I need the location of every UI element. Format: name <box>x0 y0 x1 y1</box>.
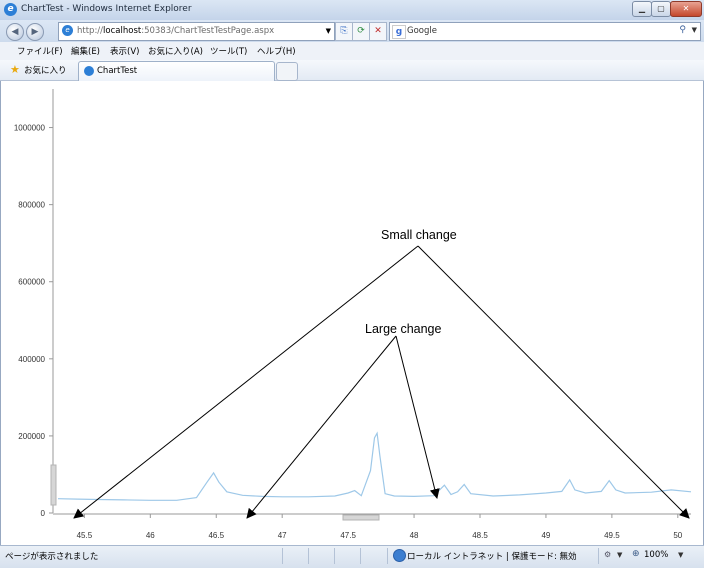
close-button[interactable]: ✕ <box>670 1 702 17</box>
y-tick-label: 1000000 <box>14 124 46 133</box>
menu-bar: ファイル(F) 編集(E) 表示(V) お気に入り(A) ツール(T) ヘルプ(… <box>0 42 704 61</box>
x-tick-label: 49.5 <box>604 531 620 540</box>
menu-tools[interactable]: ツール(T) <box>210 45 247 57</box>
address-dropdown-icon[interactable]: ▼ <box>326 27 331 35</box>
status-bar: ページが表示されました ローカル イントラネット | 保護モード: 無効 ⚙ ▼… <box>0 545 704 568</box>
maximize-button[interactable]: ▢ <box>651 1 671 17</box>
x-tick-label: 46 <box>146 531 155 540</box>
y-tick-label: 200000 <box>18 432 45 441</box>
search-dropdown-icon[interactable]: ▼ <box>692 26 697 34</box>
menu-help[interactable]: ヘルプ(H) <box>257 45 296 57</box>
favorites-bar: ★ お気に入り ChartTest <box>0 60 704 81</box>
favorites-button[interactable]: お気に入り <box>24 64 67 76</box>
stop-button[interactable]: ✕ <box>369 22 387 41</box>
vertical-zoom-scrollbar[interactable] <box>50 464 57 506</box>
title-bar: e ChartTest - Windows Internet Explorer … <box>0 0 704 21</box>
large-change-arrow-right <box>395 335 440 499</box>
compatibility-view-button[interactable]: ⎘ <box>335 22 353 41</box>
x-tick-label: 49 <box>541 531 550 540</box>
annotation-arrows <box>73 245 690 519</box>
x-tick-label: 50 <box>673 531 682 540</box>
address-toolbar: ◀ ▶ e http://localhost:50383/ChartTestTe… <box>0 20 704 42</box>
menu-edit[interactable]: 編集(E) <box>71 45 100 57</box>
menu-file[interactable]: ファイル(F) <box>17 45 63 57</box>
small-change-arrow-right <box>417 245 690 519</box>
status-divider <box>387 548 388 564</box>
back-button[interactable]: ◀ <box>6 23 24 41</box>
y-tick-label: 400000 <box>18 355 45 364</box>
search-provider: Google <box>407 26 437 36</box>
window-title: ChartTest - Windows Internet Explorer <box>21 4 192 14</box>
zoom-icon[interactable]: ⊕ <box>632 549 640 559</box>
zoom-dropdown-icon[interactable]: ▼ <box>678 551 683 559</box>
status-divider <box>334 548 335 564</box>
address-field[interactable]: e http://localhost:50383/ChartTestTestPa… <box>58 22 335 41</box>
new-tab-button[interactable] <box>276 62 298 81</box>
annotation-large-change: Large change <box>365 322 442 336</box>
address-text: http://localhost:50383/ChartTestTestPage… <box>77 26 275 36</box>
security-zone[interactable]: ローカル イントラネット | 保護モード: 無効 <box>407 550 577 562</box>
protected-mode-icon[interactable]: ⚙ <box>604 550 611 559</box>
page-icon: e <box>62 25 73 36</box>
refresh-button[interactable]: ⟳ <box>352 22 370 41</box>
x-tick-label: 48 <box>410 531 419 540</box>
status-text: ページが表示されました <box>5 552 99 562</box>
globe-icon <box>393 549 406 562</box>
small-change-arrow-left <box>73 245 419 519</box>
tab-page-icon <box>84 66 94 76</box>
status-divider <box>360 548 361 564</box>
zoom-level[interactable]: 100% <box>644 550 668 560</box>
protected-mode-dropdown-icon[interactable]: ▼ <box>617 551 622 559</box>
x-tick-label: 46.5 <box>208 531 224 540</box>
y-tick-label: 800000 <box>18 201 45 210</box>
status-divider <box>308 548 309 564</box>
search-box[interactable]: g Google ⚲ ▼ <box>389 22 701 41</box>
minimize-button[interactable]: ▁ <box>632 1 652 17</box>
y-tick-label: 0 <box>41 509 46 518</box>
status-divider <box>282 548 283 564</box>
status-divider <box>598 548 599 564</box>
x-tick-label: 48.5 <box>472 531 488 540</box>
tab-label: ChartTest <box>97 66 138 76</box>
ie-logo-icon: e <box>4 3 17 16</box>
menu-favorites[interactable]: お気に入り(A) <box>148 45 203 57</box>
search-icon[interactable]: ⚲ <box>679 25 686 35</box>
x-tick-label: 47 <box>278 531 287 540</box>
tab-charttest[interactable]: ChartTest <box>78 61 275 81</box>
annotation-small-change: Small change <box>381 228 457 242</box>
x-tick-label: 45.5 <box>77 531 93 540</box>
y-tick-label: 600000 <box>18 278 45 287</box>
forward-button[interactable]: ▶ <box>26 23 44 41</box>
horizontal-zoom-scrollbar[interactable] <box>342 514 380 521</box>
chart: 0 200000 400000 600000 800000 1000000 45.5 46 46… <box>14 89 692 540</box>
series-line <box>57 431 692 501</box>
x-tick-label: 47.5 <box>340 531 356 540</box>
menu-view[interactable]: 表示(V) <box>110 45 139 57</box>
favorites-star-icon[interactable]: ★ <box>10 63 20 76</box>
page-content: 0 200000 400000 600000 800000 1000000 45.5 46 46… <box>0 81 704 545</box>
google-icon: g <box>392 25 406 39</box>
